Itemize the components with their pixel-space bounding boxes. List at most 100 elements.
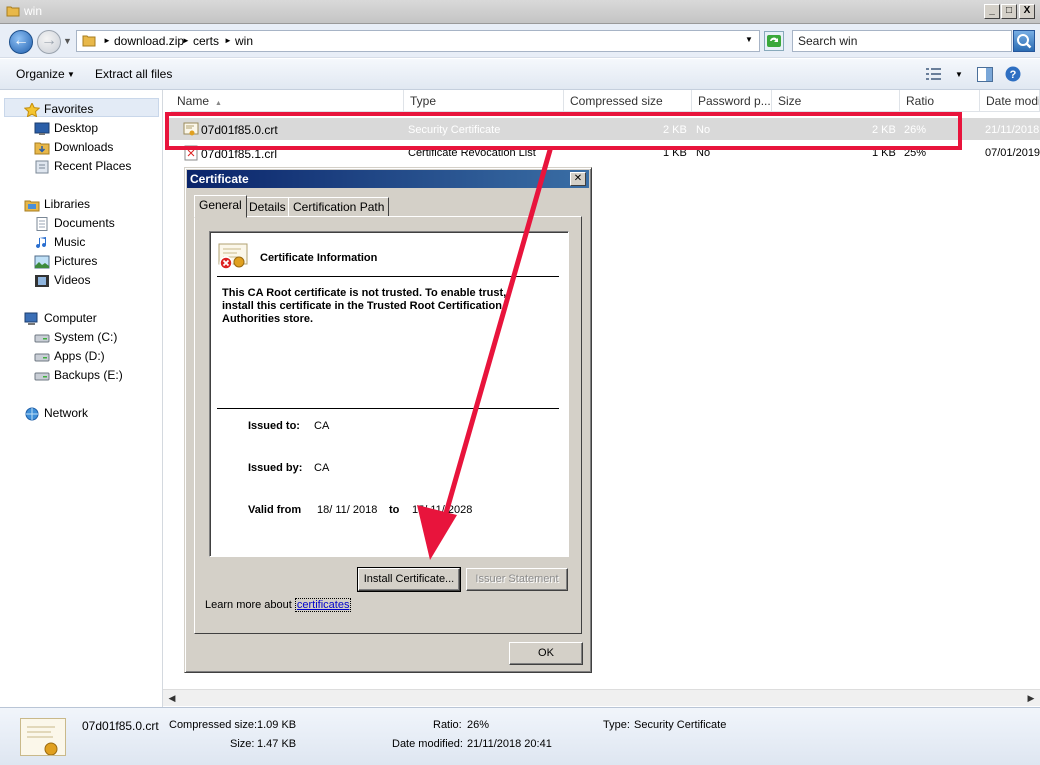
address-row: ← → ▼ ► download.zip ► certs ► win ▼ Sea… <box>0 24 1040 58</box>
details-compressed-value: 1.09 KB <box>257 719 297 731</box>
search-button[interactable] <box>1013 30 1035 52</box>
downloads-folder-icon <box>34 142 50 155</box>
address-dropdown-icon[interactable]: ▼ <box>745 35 753 44</box>
horizontal-scrollbar[interactable]: ◀ ▶ <box>163 689 1040 706</box>
valid-from-label: Valid from <box>248 504 302 516</box>
details-ratio-value: 26% <box>467 719 490 731</box>
folder-icon <box>82 35 96 47</box>
maximize-button[interactable]: □ <box>1001 4 1017 19</box>
recent-places-icon <box>35 160 49 174</box>
drive-icon <box>34 372 50 381</box>
column-header-compressed-size[interactable]: Compressed size <box>564 90 692 112</box>
refresh-icon <box>767 35 781 47</box>
search-input[interactable]: Search win <box>792 30 1012 52</box>
svg-text:?: ? <box>1010 69 1017 81</box>
ok-button[interactable]: OK <box>509 642 583 665</box>
details-size-value: 1.47 KB <box>257 738 297 750</box>
forward-button[interactable]: → <box>37 30 61 54</box>
tab-general[interactable]: General <box>194 195 247 218</box>
network-icon <box>25 407 39 421</box>
annotation-highlight-box <box>165 112 962 150</box>
view-options-icon[interactable] <box>926 68 942 80</box>
arrow-left-icon: ← <box>13 32 29 49</box>
column-header-name[interactable]: Name ▲ <box>171 90 404 112</box>
star-icon <box>24 103 40 117</box>
file-date: 07/01/2019 <box>985 147 1040 159</box>
music-icon <box>36 237 47 249</box>
issued-to-value: CA <box>314 420 330 432</box>
issued-by-value: CA <box>314 462 330 474</box>
file-date: 21/11/2018 <box>985 124 1040 136</box>
valid-from-value: 18/ 11/ 2018 <box>317 504 378 516</box>
drive-icon <box>34 353 50 362</box>
sort-ascending-icon: ▲ <box>215 100 222 107</box>
details-compressed-label: Compressed size: <box>169 719 258 731</box>
pictures-icon <box>34 255 50 269</box>
drive-icon <box>34 334 50 343</box>
documents-icon <box>36 217 48 231</box>
breadcrumb-download-zip[interactable]: download.zip <box>114 31 184 51</box>
tab-details[interactable]: Details <box>244 197 291 217</box>
extract-all-button[interactable]: Extract all files <box>95 67 172 81</box>
install-certificate-button[interactable]: Install Certificate... <box>357 567 461 592</box>
recent-pages-chevron-icon[interactable]: ▼ <box>63 36 72 46</box>
address-bar[interactable]: ► download.zip ► certs ► win <box>76 30 760 52</box>
computer-icon <box>24 312 38 325</box>
certificate-info-box: Certificate Information This CA Root cer… <box>209 231 569 557</box>
folder-icon <box>6 6 20 17</box>
search-icon <box>1017 34 1032 49</box>
help-icon[interactable]: ? <box>1005 66 1021 82</box>
scroll-left-icon[interactable]: ◀ <box>166 692 178 704</box>
desktop-icon <box>34 122 50 135</box>
untrusted-certificate-icon <box>218 243 248 270</box>
close-button[interactable]: X <box>1019 4 1035 19</box>
valid-to-value: 15/ 11/ 2028 <box>412 504 473 516</box>
navigation-pane: Favorites Desktop Downloads Recent Place… <box>0 90 163 707</box>
tab-certification-path[interactable]: Certification Path <box>288 197 390 217</box>
breadcrumb-certs[interactable]: certs <box>193 31 219 51</box>
libraries-icon <box>24 200 40 212</box>
details-type-label: Type: <box>603 719 630 731</box>
details-date-value: 21/11/2018 20:41 <box>467 738 552 750</box>
organize-chevron-icon[interactable]: ▼ <box>67 70 75 79</box>
command-bar: Organize ▼ Extract all files ▼ ? <box>0 59 1040 90</box>
details-pane: 07d01f85.0.crt Compressed size: 1.09 KB … <box>0 707 1040 765</box>
general-tab-panel: Certificate Information This CA Root cer… <box>194 216 582 634</box>
info-divider <box>217 276 559 277</box>
certificates-link[interactable]: certificates <box>294 598 352 612</box>
valid-to-label: to <box>389 504 400 516</box>
window-title-bar[interactable]: win _ □ X <box>0 0 1040 24</box>
breadcrumb-chevron-icon[interactable]: ► <box>182 31 190 51</box>
back-button[interactable]: ← <box>9 30 33 54</box>
issuer-statement-button[interactable]: Issuer Statement <box>466 568 568 591</box>
organize-menu[interactable]: Organize <box>16 67 65 81</box>
column-header-ratio[interactable]: Ratio <box>900 90 980 112</box>
breadcrumb-chevron-icon[interactable]: ► <box>224 31 232 51</box>
column-header-date-modified[interactable]: Date modif <box>980 90 1040 112</box>
column-header-password[interactable]: Password p... <box>692 90 772 112</box>
breadcrumb-win[interactable]: win <box>235 31 253 51</box>
learn-more-text: Learn more about certificates <box>205 598 352 612</box>
details-ratio-label: Ratio: <box>433 719 462 731</box>
arrow-right-icon: → <box>41 32 57 49</box>
refresh-button[interactable] <box>764 31 784 51</box>
scroll-right-icon[interactable]: ▶ <box>1025 692 1037 704</box>
dialog-close-button[interactable]: ✕ <box>570 172 586 186</box>
preview-pane-icon[interactable] <box>977 67 993 82</box>
dialog-title-bar[interactable]: Certificate ✕ <box>187 170 589 188</box>
videos-icon <box>35 275 49 287</box>
minimize-button[interactable]: _ <box>984 4 1000 19</box>
dialog-title: Certificate <box>190 172 249 186</box>
details-size-label: Size: <box>230 738 255 750</box>
window-title: win <box>24 4 43 18</box>
certificate-thumbnail-icon <box>20 718 66 756</box>
certificate-info-heading: Certificate Information <box>260 252 378 264</box>
details-date-label: Date modified: <box>392 738 463 750</box>
breadcrumb-chevron-icon[interactable]: ► <box>103 31 111 51</box>
column-header-size[interactable]: Size <box>772 90 900 112</box>
view-chevron-icon[interactable]: ▼ <box>955 70 963 79</box>
certificate-dialog: Certificate ✕ General Details Certificat… <box>184 167 592 673</box>
issued-to-label: Issued to: <box>248 420 300 432</box>
trust-warning-text: This CA Root certificate is not trusted.… <box>222 287 507 325</box>
column-header-type[interactable]: Type <box>404 90 564 112</box>
